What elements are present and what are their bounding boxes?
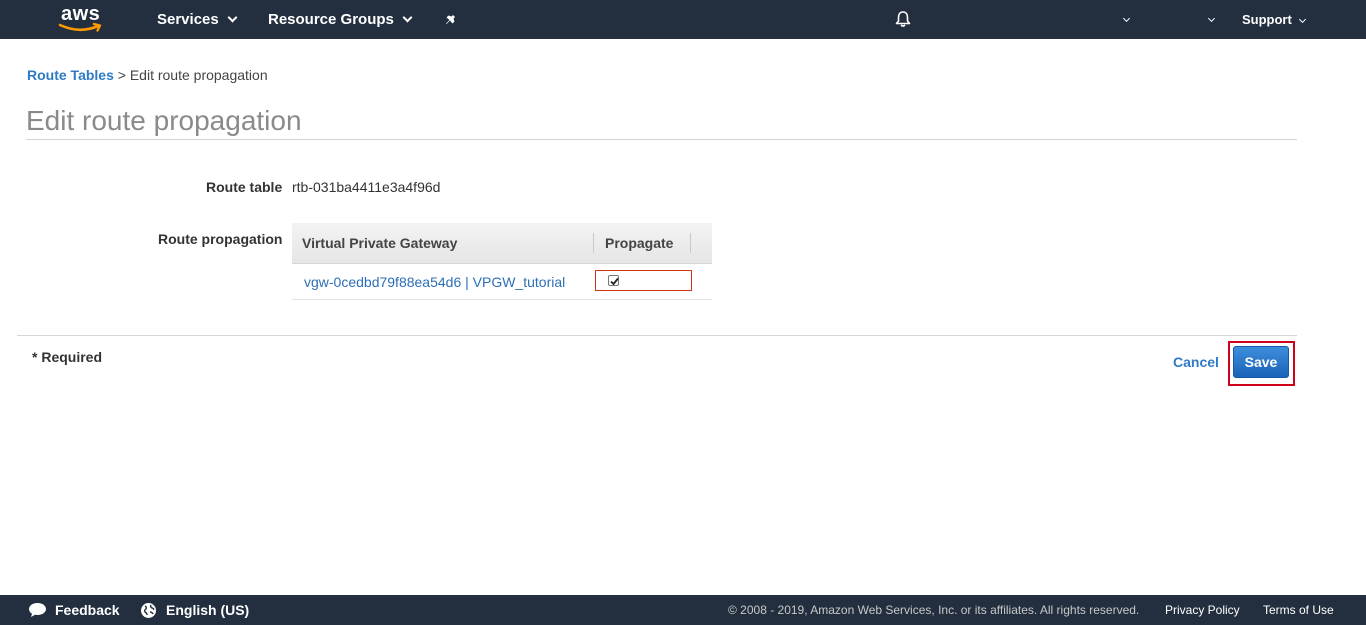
breadcrumb-current: Edit route propagation: [129, 67, 268, 83]
required-note: * Required: [32, 349, 103, 365]
services-label: Services: [157, 11, 219, 28]
language-label: English (US): [166, 602, 250, 618]
column-header-virtual-private-gateway[interactable]: Virtual Private Gateway: [302, 223, 457, 264]
table-row: vgw-0cedbd79f88ea54d6 | VPGW_tutorial: [292, 264, 712, 300]
aws-logo[interactable]: aws: [58, 4, 104, 34]
aws-logo-text: aws: [61, 3, 101, 25]
breadcrumb: Route Tables > Edit route propagation: [27, 67, 268, 83]
terms-of-use-link[interactable]: Terms of Use: [1263, 595, 1334, 625]
chevron-down-icon: [1298, 15, 1306, 24]
table-header: Virtual Private Gateway Propagate: [292, 223, 712, 264]
cancel-button[interactable]: Cancel: [1173, 354, 1219, 370]
actions-divider: [17, 335, 1297, 336]
column-divider: [593, 233, 594, 253]
pin-icon: [446, 12, 455, 24]
privacy-policy-link[interactable]: Privacy Policy: [1165, 595, 1240, 625]
copyright-text: © 2008 - 2019, Amazon Web Services, Inc.…: [728, 603, 1140, 617]
chevron-down-icon: [402, 12, 413, 23]
title-divider: [26, 139, 1297, 140]
aws-smile-icon: [58, 22, 102, 32]
globe-icon: [141, 603, 156, 618]
route-propagation-label: Route propagation: [158, 231, 283, 247]
account-menu[interactable]: [1122, 0, 1131, 39]
language-selector[interactable]: English (US): [140, 595, 249, 625]
services-menu[interactable]: Services: [157, 0, 238, 39]
route-propagation-table: Virtual Private Gateway Propagate vgw-0c…: [292, 223, 712, 300]
column-divider: [690, 233, 691, 253]
feedback-button[interactable]: Feedback: [28, 595, 120, 625]
footer-bar: Feedback English (US) © 2008 - 2019, Ama…: [0, 595, 1366, 625]
chevron-down-icon: [1207, 14, 1216, 23]
route-table-value: rtb-031ba4411e3a4f96d: [292, 179, 441, 195]
save-button[interactable]: Save: [1233, 346, 1289, 378]
speech-bubble-icon: [29, 603, 46, 617]
chevron-down-icon: [227, 12, 238, 23]
region-menu[interactable]: [1207, 0, 1216, 39]
feedback-label: Feedback: [55, 602, 120, 618]
breadcrumb-separator: >: [117, 67, 126, 83]
pin-icon-button[interactable]: [445, 0, 459, 39]
notifications-button[interactable]: [894, 0, 912, 39]
route-table-label: Route table: [206, 179, 283, 195]
bell-icon: [895, 11, 911, 27]
breadcrumb-route-tables-link[interactable]: Route Tables: [27, 67, 114, 83]
column-header-propagate[interactable]: Propagate: [605, 223, 673, 264]
checkmark-icon: [610, 277, 619, 286]
propagate-checkbox[interactable]: [608, 275, 619, 286]
resource-groups-menu[interactable]: Resource Groups: [268, 0, 413, 39]
gateway-link[interactable]: vgw-0cedbd79f88ea54d6 | VPGW_tutorial: [304, 264, 565, 300]
resource-groups-label: Resource Groups: [268, 11, 394, 28]
page-title: Edit route propagation: [26, 105, 302, 136]
support-menu[interactable]: Support: [1242, 0, 1306, 39]
support-label: Support: [1242, 12, 1292, 27]
top-nav-bar: aws Services Resource Groups Support: [0, 0, 1366, 39]
chevron-down-icon: [1122, 14, 1131, 23]
propagate-cell-highlight: [595, 270, 692, 291]
